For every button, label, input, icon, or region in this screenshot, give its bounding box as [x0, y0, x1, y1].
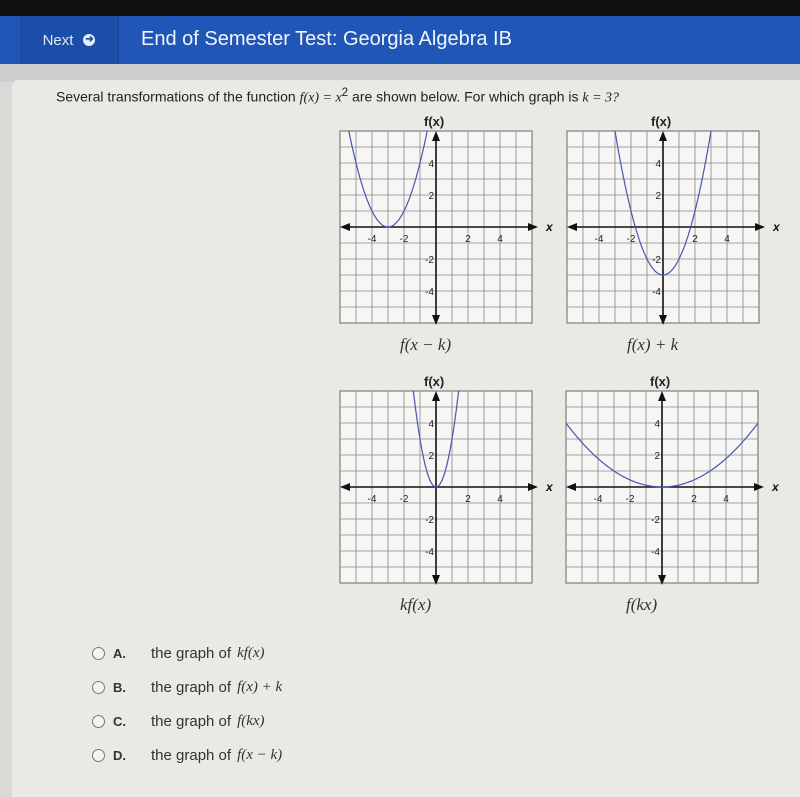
- y-tick-label: 2: [654, 451, 660, 462]
- y-axis-label: f(x): [650, 374, 671, 389]
- y-tick-label: -4: [651, 547, 660, 558]
- graph-caption: kf(x): [400, 595, 432, 614]
- y-axis-label: f(x): [424, 374, 445, 389]
- x-axis-label: x: [771, 480, 780, 494]
- radio-c[interactable]: [92, 715, 105, 728]
- option-d[interactable]: D. the graph of f(x − k): [92, 747, 282, 764]
- y-tick-label: -4: [425, 547, 434, 558]
- option-c[interactable]: C. the graph of f(kx): [92, 713, 265, 730]
- y-axis-label: f(x): [651, 114, 672, 129]
- question-text: Several transformations of the function …: [56, 86, 620, 106]
- header-bar: Next ➜ End of Semester Test: Georgia Alg…: [0, 16, 800, 64]
- y-tick-label: -2: [651, 515, 660, 526]
- graph-caption: f(kx): [626, 595, 658, 614]
- y-tick-label: -4: [652, 287, 661, 298]
- graph-3: x -4 -2 2 4 4 2 -2 -4: [339, 390, 554, 585]
- radio-b[interactable]: [92, 681, 105, 694]
- radio-d[interactable]: [92, 749, 105, 762]
- x-axis-label: x: [772, 220, 781, 234]
- next-label: Next: [42, 31, 74, 49]
- x-tick-label: 2: [691, 494, 697, 505]
- y-tick-label: 2: [428, 451, 434, 462]
- x-tick-label: -2: [627, 234, 636, 245]
- next-button[interactable]: Next ➜: [20, 16, 119, 64]
- y-tick-label: -2: [425, 255, 434, 266]
- option-b[interactable]: B. the graph of f(x) + k: [92, 679, 282, 696]
- x-tick-label: 2: [465, 494, 471, 505]
- x-axis-arrow: [755, 223, 765, 231]
- x-axis-label: x: [545, 480, 554, 494]
- x-tick-label: -2: [400, 234, 409, 245]
- y-tick-label: 4: [654, 419, 660, 430]
- y-tick-label: 2: [428, 191, 434, 202]
- y-tick-label: 4: [655, 159, 661, 170]
- x-tick-label: -4: [594, 494, 603, 505]
- graph-2: x -4 -2 2 4 4 2 -2 -4: [566, 130, 781, 325]
- x-axis-arrow: [754, 483, 764, 491]
- graph-caption: f(x) + k: [627, 335, 679, 354]
- graph-caption: f(x − k): [400, 335, 452, 354]
- y-tick-label: -2: [652, 255, 661, 266]
- x-axis-label: x: [545, 220, 554, 234]
- x-tick-label: -4: [595, 234, 604, 245]
- page-title: End of Semester Test: Georgia Algebra IB: [141, 28, 512, 50]
- x-axis-arrow: [528, 483, 538, 491]
- y-tick-label: 4: [428, 419, 434, 430]
- graph-1: x -4 -2 2 4 4 2 -2 -4: [339, 130, 554, 325]
- screen-top-edge: [0, 0, 800, 16]
- x-tick-label: -4: [368, 494, 377, 505]
- graph-4: x -4 -2 2 4 4 2 -2 -4: [565, 390, 780, 585]
- x-tick-label: 4: [723, 494, 729, 505]
- x-axis-arrow: [528, 223, 538, 231]
- x-tick-label: -2: [400, 494, 409, 505]
- option-a[interactable]: A. the graph of kf(x): [92, 645, 265, 662]
- y-tick-label: 2: [655, 191, 661, 202]
- x-tick-label: -2: [626, 494, 635, 505]
- y-tick-label: 4: [428, 159, 434, 170]
- x-tick-label: 4: [497, 494, 503, 505]
- x-tick-label: 4: [497, 234, 503, 245]
- y-tick-label: -4: [425, 287, 434, 298]
- x-tick-label: -4: [368, 234, 377, 245]
- radio-a[interactable]: [92, 647, 105, 660]
- y-axis-label: f(x): [424, 114, 445, 129]
- x-tick-label: 2: [465, 234, 471, 245]
- y-tick-label: -2: [425, 515, 434, 526]
- arrow-right-circle-icon: ➜: [83, 34, 96, 46]
- x-tick-label: 2: [692, 234, 698, 245]
- x-tick-label: 4: [724, 234, 730, 245]
